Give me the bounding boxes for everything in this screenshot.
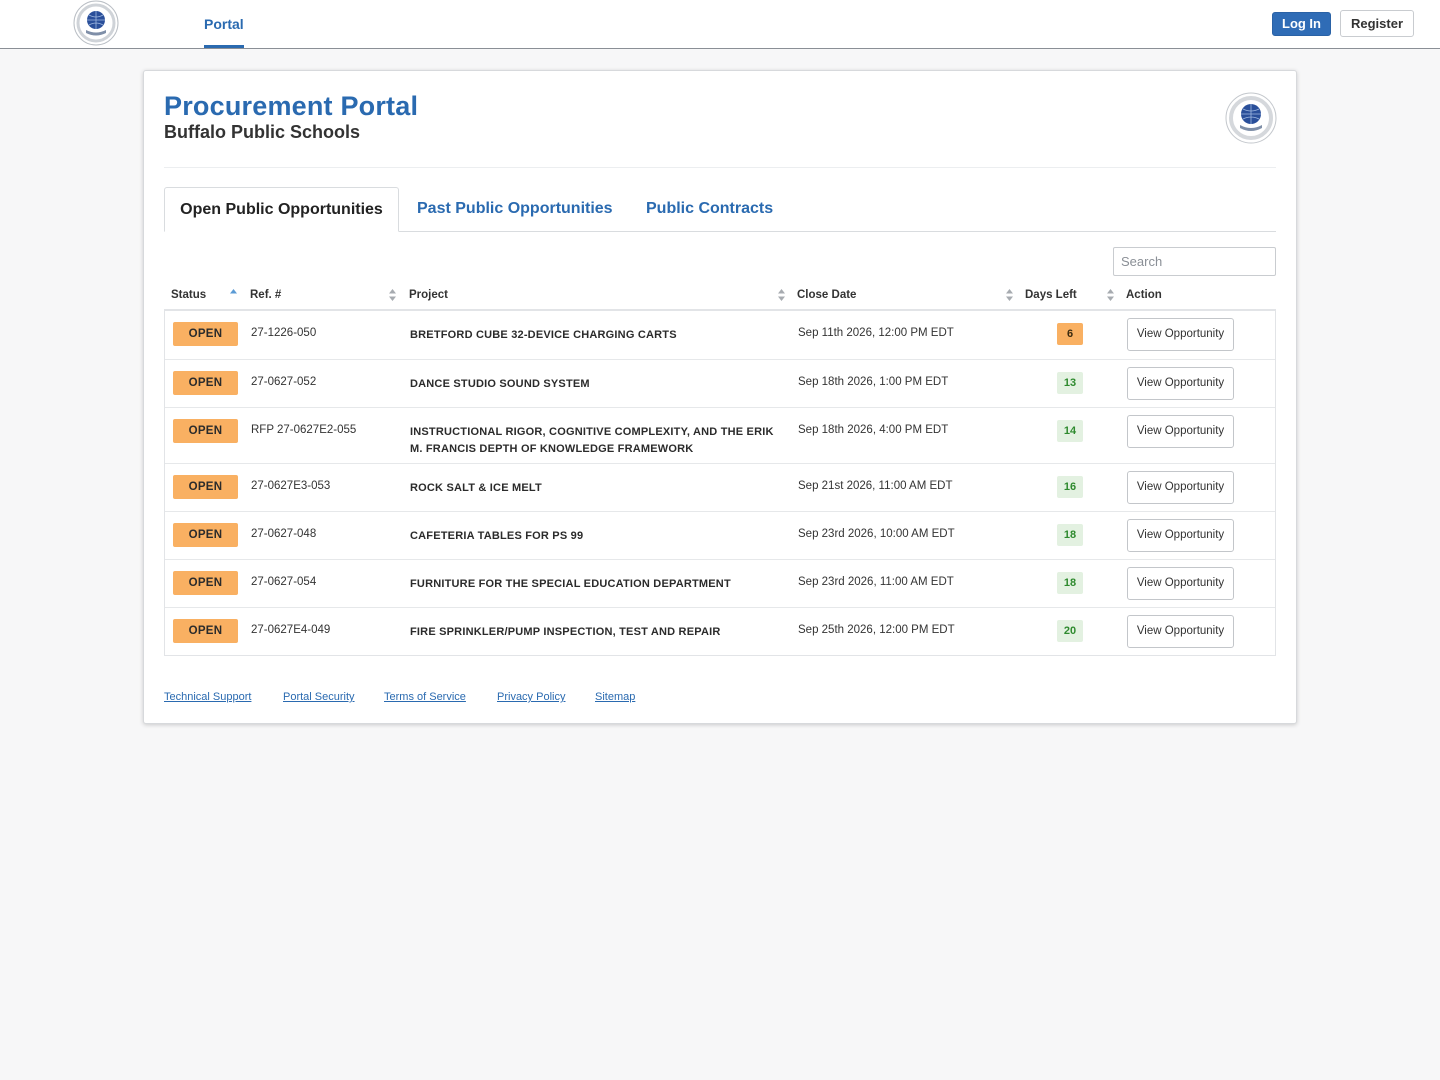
days-left-badge: 18	[1057, 524, 1083, 546]
status-badge: OPEN	[173, 475, 238, 499]
days-left-badge: 6	[1057, 323, 1083, 345]
table-row: OPEN 27-0627-054 FURNITURE FOR THE SPECI…	[165, 559, 1275, 607]
register-button[interactable]: Register	[1340, 10, 1414, 37]
sort-icon[interactable]	[1107, 288, 1114, 302]
nav-tab-portal[interactable]: Portal	[204, 0, 244, 48]
close-date: Sep 18th 2026, 1:00 PM EDT	[798, 376, 949, 388]
district-seal-icon[interactable]	[72, 0, 120, 46]
column-header-label: Status	[171, 289, 207, 301]
footer-link-terms-of-service[interactable]: Terms of Service	[384, 691, 466, 703]
status-badge: OPEN	[173, 619, 238, 643]
days-left-badge: 14	[1057, 420, 1083, 442]
page-title: Procurement Portal	[164, 91, 419, 121]
sort-icon[interactable]	[778, 288, 785, 302]
ref-number: 27-0627-048	[251, 528, 317, 540]
footer-link-portal-security[interactable]: Portal Security	[283, 691, 355, 703]
ref-number: 27-0627-052	[251, 376, 317, 388]
project-name: CAFETERIA TABLES FOR PS 99	[410, 530, 584, 542]
ref-number: 27-0627E4-049	[251, 624, 331, 636]
column-header-label: Action	[1126, 289, 1162, 301]
table-row: OPEN 27-0627-048 CAFETERIA TABLES FOR PS…	[165, 511, 1275, 559]
view-opportunity-button[interactable]: View Opportunity	[1127, 615, 1234, 648]
login-button[interactable]: Log In	[1272, 12, 1331, 36]
district-seal-icon	[1225, 92, 1277, 144]
status-badge: OPEN	[173, 371, 238, 395]
column-header-label: Close Date	[797, 289, 857, 301]
ref-number: RFP 27-0627E2-055	[251, 424, 357, 436]
active-tab-indicator	[204, 45, 244, 48]
column-header-ref[interactable]: Ref. #	[250, 279, 281, 311]
sort-ascending-icon[interactable]	[230, 288, 237, 302]
ref-number: 27-0627-054	[251, 576, 317, 588]
project-name: DANCE STUDIO SOUND SYSTEM	[410, 378, 590, 390]
tab-past-public-opportunities[interactable]: Past Public Opportunities	[417, 187, 613, 232]
column-header-status[interactable]: Status	[171, 279, 206, 311]
status-badge: OPEN	[173, 419, 238, 443]
table-body: OPEN 27-1226-050 BRETFORD CUBE 32-DEVICE…	[164, 311, 1276, 656]
view-opportunity-button[interactable]: View Opportunity	[1127, 367, 1234, 400]
project-name: BRETFORD CUBE 32-DEVICE CHARGING CARTS	[410, 329, 677, 341]
table-row: OPEN 27-0627-052 DANCE STUDIO SOUND SYST…	[165, 359, 1275, 407]
column-header-project[interactable]: Project	[409, 279, 448, 311]
portal-card: Procurement Portal Buffalo Public School…	[143, 70, 1297, 724]
nav-tab-portal-label: Portal	[204, 16, 244, 32]
days-left-badge: 13	[1057, 372, 1083, 394]
close-date: Sep 25th 2026, 12:00 PM EDT	[798, 624, 955, 636]
view-opportunity-button[interactable]: View Opportunity	[1127, 318, 1234, 351]
days-left-badge: 16	[1057, 476, 1083, 498]
column-header-days-left[interactable]: Days Left	[1025, 279, 1077, 311]
footer-link-sitemap[interactable]: Sitemap	[595, 691, 635, 703]
tab-public-contracts[interactable]: Public Contracts	[646, 187, 773, 232]
column-header-close-date[interactable]: Close Date	[797, 279, 856, 311]
view-opportunity-button[interactable]: View Opportunity	[1127, 519, 1234, 552]
status-badge: OPEN	[173, 523, 238, 547]
close-date: Sep 21st 2026, 11:00 AM EDT	[798, 480, 953, 492]
view-opportunity-button[interactable]: View Opportunity	[1127, 415, 1234, 448]
project-name: ROCK SALT & ICE MELT	[410, 482, 542, 494]
view-opportunity-button[interactable]: View Opportunity	[1127, 567, 1234, 600]
table-row: OPEN RFP 27-0627E2-055 INSTRUCTIONAL RIG…	[165, 407, 1275, 463]
close-date: Sep 11th 2026, 12:00 PM EDT	[798, 327, 954, 339]
view-opportunity-button[interactable]: View Opportunity	[1127, 471, 1234, 504]
table-row: OPEN 27-0627E4-049 FIRE SPRINKLER/PUMP I…	[165, 607, 1275, 655]
table-row: OPEN 27-0627E3-053 ROCK SALT & ICE MELT …	[165, 463, 1275, 511]
table-row: OPEN 27-1226-050 BRETFORD CUBE 32-DEVICE…	[165, 311, 1275, 359]
tab-open-public-opportunities[interactable]: Open Public Opportunities	[164, 187, 399, 232]
project-name: FIRE SPRINKLER/PUMP INSPECTION, TEST AND…	[410, 626, 721, 638]
sort-icon[interactable]	[1006, 288, 1013, 302]
footer-link-privacy-policy[interactable]: Privacy Policy	[497, 691, 565, 703]
footer-link-technical-support[interactable]: Technical Support	[164, 691, 251, 703]
status-badge: OPEN	[173, 571, 238, 595]
project-name: INSTRUCTIONAL RIGOR, COGNITIVE COMPLEXIT…	[410, 426, 774, 455]
close-date: Sep 23rd 2026, 11:00 AM EDT	[798, 576, 954, 588]
column-header-action: Action	[1126, 279, 1162, 311]
table-header: Status Ref. # Project Close Date Days Le…	[164, 279, 1276, 311]
ref-number: 27-0627E3-053	[251, 480, 331, 492]
status-badge: OPEN	[173, 322, 238, 346]
organization-name: Buffalo Public Schools	[164, 122, 361, 142]
sort-icon[interactable]	[389, 288, 396, 302]
column-header-label: Ref. #	[250, 289, 282, 301]
days-left-badge: 18	[1057, 572, 1083, 594]
search-input[interactable]	[1113, 247, 1276, 276]
days-left-badge: 20	[1057, 620, 1083, 642]
top-navbar: Portal Log In Register	[0, 0, 1440, 49]
ref-number: 27-1226-050	[251, 327, 317, 339]
close-date: Sep 18th 2026, 4:00 PM EDT	[798, 424, 949, 436]
opportunities-table: Status Ref. # Project Close Date Days Le…	[164, 279, 1276, 656]
header-divider	[164, 167, 1276, 168]
close-date: Sep 23rd 2026, 10:00 AM EDT	[798, 528, 955, 540]
column-header-label: Project	[409, 289, 448, 301]
column-header-label: Days Left	[1025, 289, 1077, 301]
project-name: FURNITURE FOR THE SPECIAL EDUCATION DEPA…	[410, 578, 731, 590]
